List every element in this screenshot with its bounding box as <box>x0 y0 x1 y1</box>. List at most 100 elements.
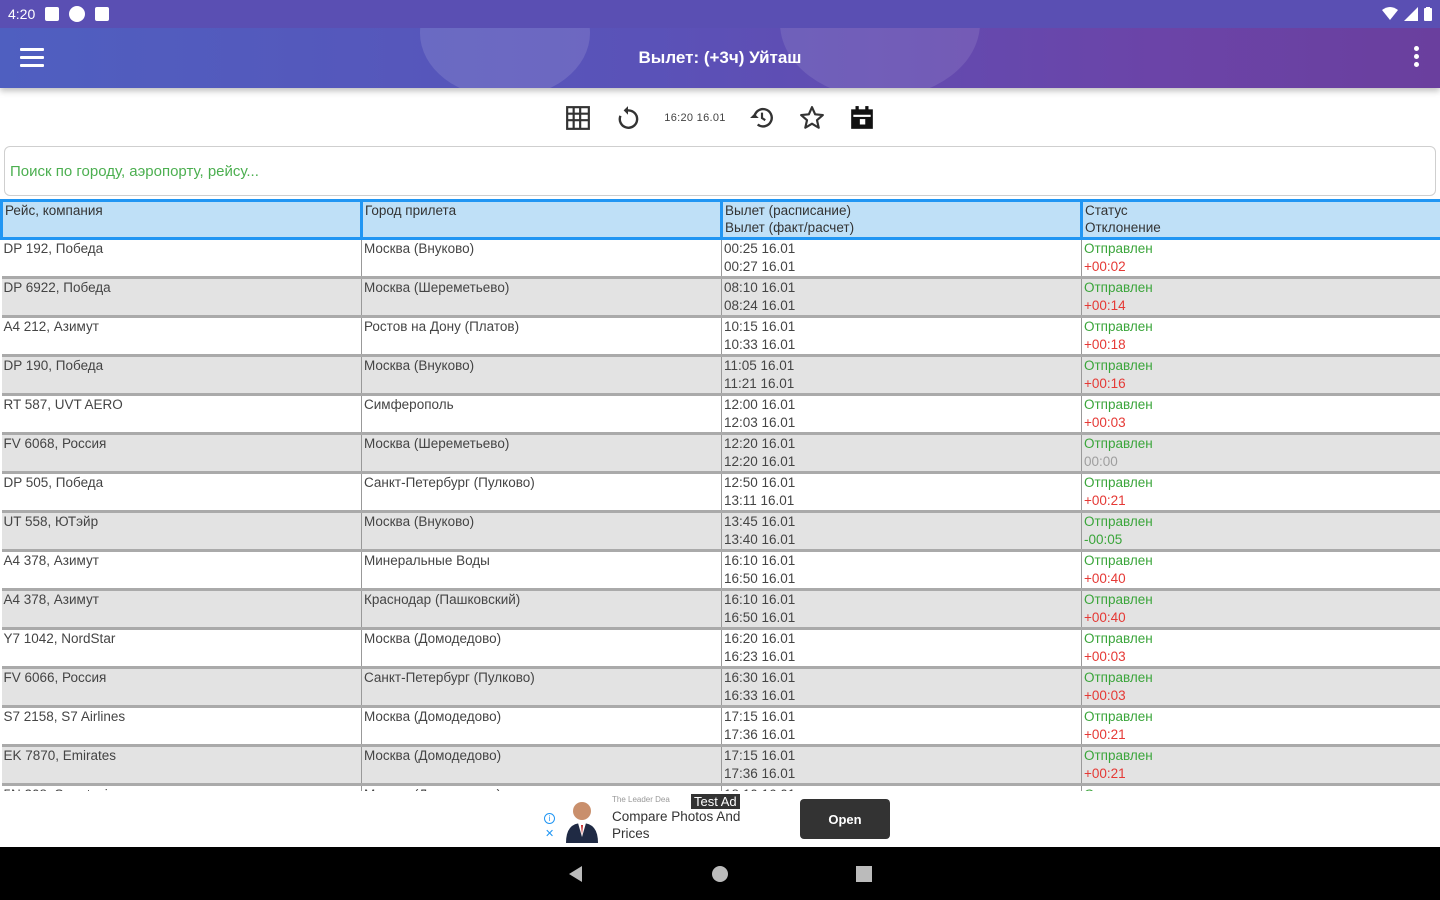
cell-city: Москва (Шереметьево) <box>361 433 722 473</box>
cell-flight: FV 6066, Россия <box>3 670 107 685</box>
cell-times: 17:15 16.01 17:36 16.01 <box>721 706 1082 746</box>
cell-times: 13:45 16.01 13:40 16.01 <box>721 511 1082 551</box>
cell-times: 11:05 16.01 11:21 16.01 <box>721 355 1082 395</box>
more-options-icon[interactable] <box>1414 46 1420 70</box>
system-navigation-bar <box>0 847 1440 900</box>
table-row[interactable]: RT 587, UVT AERO Симферополь 12:00 16.01 12… <box>1 394 1440 434</box>
page-title: Вылет: (+3ч) Уйташ <box>638 48 802 67</box>
cell-times: 12:00 16.01 12:03 16.01 <box>721 394 1082 434</box>
table-row[interactable]: DP 192, Победа Москва (Внуково) 00:25 16.0… <box>1 238 1440 278</box>
signal-icon <box>1404 7 1418 21</box>
cell-status: Отправлен +00:03 <box>1081 667 1440 707</box>
toolbar: 16:20 16.01 <box>0 98 1440 138</box>
cell-city: Санкт-Петербург (Пулково) <box>361 472 722 512</box>
cell-flight: 5N 208, Smartavia <box>2 785 362 791</box>
search-box <box>4 146 1436 196</box>
table-row[interactable]: DP 190, Победа Москва (Внуково) 11:05 16.0… <box>1 355 1440 395</box>
table-row[interactable]: DP 6922, Победа Москва (Шереметьево) 08:10… <box>1 277 1440 317</box>
cell-flight: A4 378, Азимут <box>3 553 99 568</box>
cell-city: Ростов на Дону (Платов) <box>361 316 722 356</box>
ad-banner[interactable]: i ✕ The Leader Dea Test Ad Compare Photo… <box>542 791 898 846</box>
table-row[interactable]: A4 378, Азимут Краснодар (Пашковский) 16:1… <box>1 589 1440 629</box>
cell-status: Отправлен <box>1081 784 1440 791</box>
status-time: 4:20 <box>8 6 36 22</box>
recents-icon[interactable] <box>852 862 876 886</box>
cell-status: Отправлен -00:05 <box>1081 511 1440 551</box>
cell-times: 12:20 16.01 12:20 16.01 <box>721 433 1082 473</box>
table-row[interactable]: UT 558, ЮТэйр Москва (Внуково) 13:45 16.01… <box>1 511 1440 551</box>
cell-times: 16:20 16.01 16:23 16.01 <box>721 628 1082 668</box>
calendar-icon[interactable] <box>848 104 876 132</box>
cell-city: Москва (Домодедово) <box>361 706 722 746</box>
ad-open-button[interactable]: Open <box>800 799 890 839</box>
ad-info-icon[interactable]: i <box>544 813 555 824</box>
cell-city: Санкт-Петербург (Пулково) <box>361 667 722 707</box>
cell-times: 16:10 16.01 16:50 16.01 <box>721 550 1082 590</box>
back-icon[interactable] <box>564 862 588 886</box>
cell-city: Москва (Домодедово) <box>361 628 722 668</box>
cell-status: Отправлен +00:02 <box>1081 238 1440 278</box>
flights-table-container[interactable]: Рейс, компания Город прилета Вылет (расп… <box>0 199 1440 791</box>
table-row[interactable]: A4 212, Азимут Ростов на Дону (Платов) 10:… <box>1 316 1440 356</box>
cell-flight: RT 587, UVT AERO <box>3 397 123 412</box>
notification-icon <box>45 7 60 21</box>
cell-city: Москва (Внуково) <box>361 238 722 278</box>
cell-flight: DP 505, Победа <box>3 475 104 490</box>
cell-flight: UT 558, ЮТэйр <box>3 514 99 529</box>
table-row[interactable]: A4 378, Азимут Минеральные Воды 16:10 16.0… <box>1 550 1440 590</box>
table-row[interactable]: FV 6068, Россия Москва (Шереметьево) 12:20… <box>1 433 1440 473</box>
home-icon[interactable] <box>708 862 732 886</box>
grid-view-icon[interactable] <box>564 104 592 132</box>
ad-text: Compare Photos And Prices <box>612 809 741 841</box>
cell-status: Отправлен +00:18 <box>1081 316 1440 356</box>
cell-status: Отправлен +00:21 <box>1081 472 1440 512</box>
cell-city: Москва (Домодедово) <box>361 745 722 785</box>
cell-city: Москва (Внуково) <box>361 511 722 551</box>
table-row[interactable]: EK 7870, Emirates Москва (Домодедово) 17:1… <box>1 745 1440 785</box>
column-header-status[interactable]: Статус Отклонение <box>1080 199 1440 240</box>
cell-city: Москва (Внуково) <box>361 355 722 395</box>
ad-advertiser: The Leader Dea <box>612 795 670 804</box>
cell-times: 08:10 16.01 08:24 16.01 <box>721 277 1082 317</box>
history-icon[interactable] <box>748 104 776 132</box>
cell-flight: FV 6068, Россия <box>3 436 107 451</box>
column-header-time[interactable]: Вылет (расписание) Вылет (факт/расчет) <box>720 199 1083 240</box>
cell-status: Отправлен +00:03 <box>1081 628 1440 668</box>
cell-flight: A4 212, Азимут <box>3 319 99 334</box>
cell-flight: DP 190, Победа <box>3 358 104 373</box>
cell-status: Отправлен +00:14 <box>1081 277 1440 317</box>
battery-icon <box>1424 7 1432 21</box>
cell-times: 10:15 16.01 10:33 16.01 <box>721 316 1082 356</box>
cell-flight: DP 192, Победа <box>3 241 104 256</box>
cell-flight: S7 2158, S7 Airlines <box>3 709 126 724</box>
sd-card-icon <box>95 7 110 21</box>
cell-status: Отправлен +00:40 <box>1081 589 1440 629</box>
table-row[interactable]: S7 2158, S7 Airlines Москва (Домодедово) 1… <box>1 706 1440 746</box>
system-status-bar: 4:20 <box>0 0 1440 28</box>
table-row[interactable]: Y7 1042, NordStar Москва (Домодедово) 16:2… <box>1 628 1440 668</box>
app-bar: Вылет: (+3ч) Уйташ <box>0 28 1440 88</box>
column-header-flight[interactable]: Рейс, компания <box>0 199 363 240</box>
flights-table: Рейс, компания Город прилета Вылет (расп… <box>0 199 1440 791</box>
cell-status: Отправлен +00:21 <box>1081 745 1440 785</box>
cell-status: Отправлен +00:03 <box>1081 394 1440 434</box>
table-row[interactable]: FV 6066, Россия Санкт-Петербург (Пулково)… <box>1 667 1440 707</box>
cell-flight: EK 7870, Emirates <box>3 748 117 763</box>
table-row[interactable]: DP 505, Победа Санкт-Петербург (Пулково) 1… <box>1 472 1440 512</box>
ad-close-icon[interactable]: ✕ <box>545 827 554 840</box>
cell-times: 17:15 16.01 17:36 16.01 <box>721 745 1082 785</box>
table-header-row: Рейс, компания Город прилета Вылет (расп… <box>0 199 1440 240</box>
ad-image <box>560 797 604 843</box>
cell-city: Краснодар (Пашковский) <box>361 589 722 629</box>
search-input[interactable] <box>10 162 1430 180</box>
cell-flight: A4 378, Азимут <box>3 592 99 607</box>
column-header-city[interactable]: Город прилета <box>360 199 723 240</box>
star-icon[interactable] <box>798 104 826 132</box>
cell-status: Отправлен +00:40 <box>1081 550 1440 590</box>
cell-city: Минеральные Воды <box>361 550 722 590</box>
cell-times: 12:50 16.01 13:11 16.01 <box>721 472 1082 512</box>
app-notification-icon <box>69 6 86 22</box>
refresh-icon[interactable] <box>614 104 642 132</box>
wifi-icon <box>1382 7 1398 20</box>
cell-times: 00:25 16.01 00:27 16.01 <box>721 238 1082 278</box>
